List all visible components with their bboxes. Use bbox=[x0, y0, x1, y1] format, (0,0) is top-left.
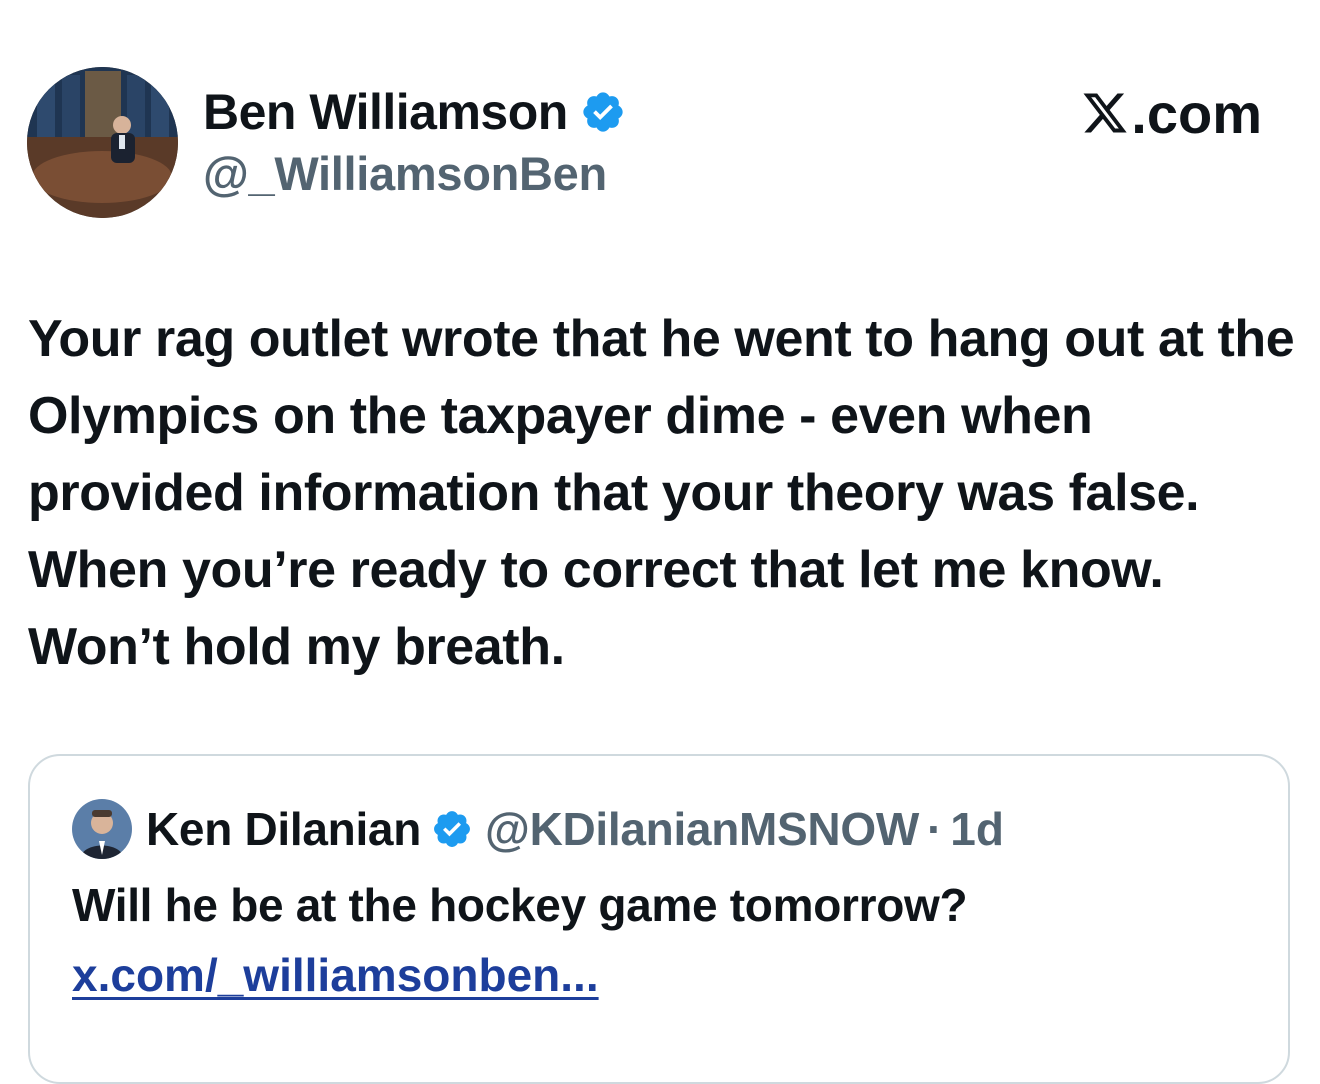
site-label: .com bbox=[1131, 81, 1262, 145]
quoted-tweet-link[interactable]: x.com/_williamsonben... bbox=[72, 948, 599, 1002]
x-logo-icon bbox=[1081, 89, 1129, 137]
quoted-handle[interactable]: @KDilanianMSNOW bbox=[485, 802, 919, 856]
quoted-separator: · bbox=[926, 803, 943, 855]
author-name-row: Ben Williamson bbox=[203, 82, 626, 142]
quoted-tweet-header: Ken Dilanian @KDilanianMSNOW · 1d bbox=[72, 798, 1004, 860]
author-display-name[interactable]: Ben Williamson bbox=[203, 83, 568, 141]
quoted-verified-badge-icon bbox=[431, 808, 473, 850]
quoted-tweet-card[interactable]: Ken Dilanian @KDilanianMSNOW · 1d Will h… bbox=[28, 754, 1290, 1084]
quoted-display-name[interactable]: Ken Dilanian bbox=[146, 802, 421, 856]
author-handle[interactable]: @_WilliamsonBen bbox=[203, 146, 607, 201]
quoted-profile-photo-icon bbox=[72, 799, 132, 859]
tweet-text: Your rag outlet wrote that he went to ha… bbox=[28, 310, 1295, 676]
verified-badge-icon bbox=[580, 89, 626, 135]
profile-photo-icon bbox=[27, 67, 178, 218]
quoted-timestamp[interactable]: 1d bbox=[950, 802, 1004, 856]
site-mark: .com bbox=[1081, 81, 1262, 145]
author-avatar[interactable] bbox=[27, 67, 178, 218]
quoted-tweet-text: Will he be at the hockey game tomorrow? bbox=[72, 879, 968, 931]
quoted-author-avatar[interactable] bbox=[72, 799, 132, 859]
